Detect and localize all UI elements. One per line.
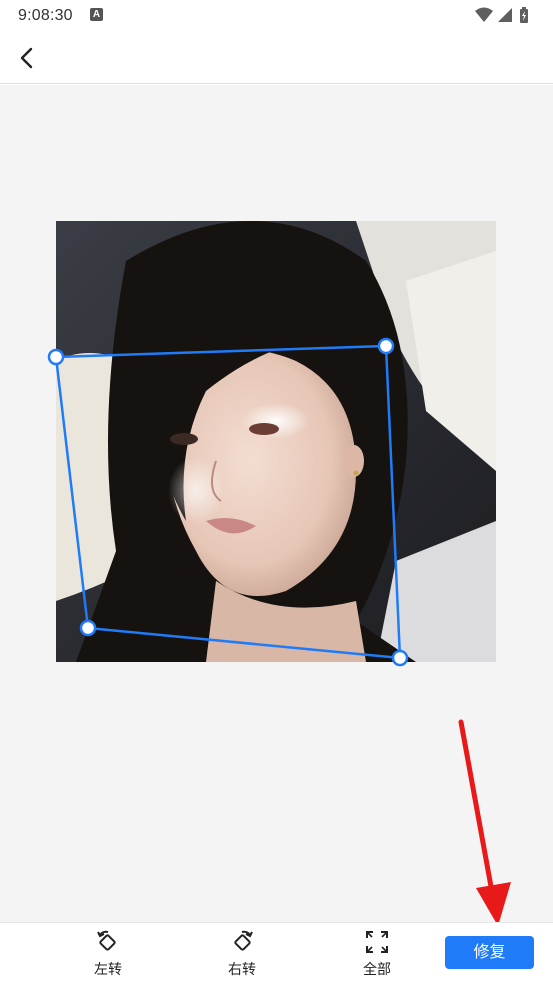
select-all-button[interactable]: 全部 xyxy=(347,929,407,981)
back-arrow-icon xyxy=(20,47,33,69)
crop-handle-top-right[interactable] xyxy=(377,337,395,355)
repair-button[interactable]: 修复 xyxy=(445,936,534,969)
status-icons xyxy=(475,7,528,23)
battery-icon xyxy=(520,7,528,23)
rotate-left-label: 左转 xyxy=(94,961,122,977)
rotate-right-icon xyxy=(234,930,253,951)
crop-handle-bottom-right[interactable] xyxy=(391,649,409,667)
signal-icon xyxy=(498,8,512,22)
rotate-right-label: 右转 xyxy=(228,961,256,977)
photo-preview xyxy=(56,221,496,662)
status-bar: 9:08:30 A xyxy=(0,0,553,32)
app-bar xyxy=(0,32,553,84)
select-all-label: 全部 xyxy=(363,961,391,977)
crop-handle-bottom-left[interactable] xyxy=(79,619,97,637)
status-time: 9:08:30 xyxy=(18,7,73,24)
portrait-photo xyxy=(56,221,496,662)
rotate-left-button[interactable]: 左转 xyxy=(78,929,138,981)
rotate-left-icon xyxy=(97,930,116,951)
wifi-icon xyxy=(475,7,493,22)
notification-icon: A xyxy=(90,8,103,21)
back-button[interactable] xyxy=(12,42,44,74)
crop-handle-top-left[interactable] xyxy=(47,348,65,366)
rotate-right-button[interactable]: 右转 xyxy=(212,929,272,981)
expand-corners-icon xyxy=(366,931,388,953)
